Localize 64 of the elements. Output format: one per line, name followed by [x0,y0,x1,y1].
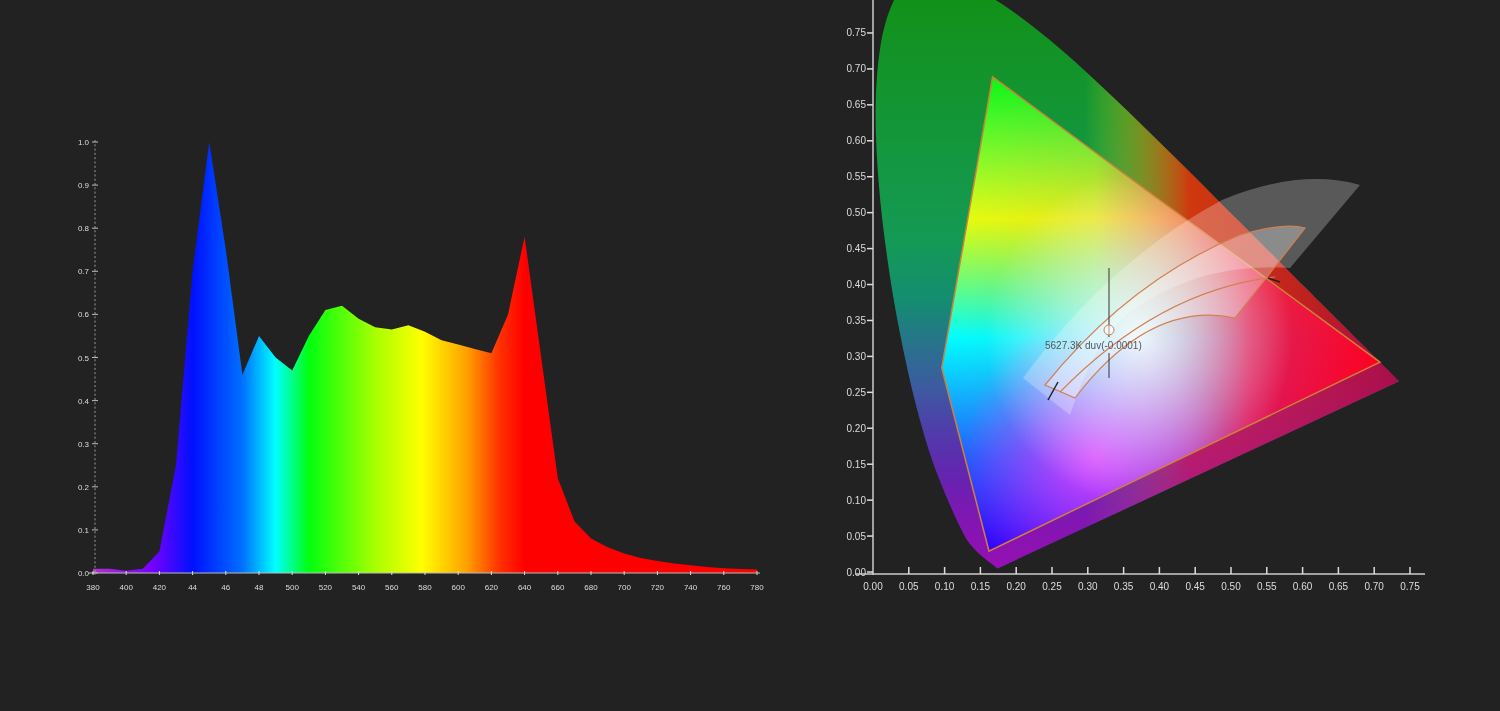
axis-tick-label: 0.9 [77,181,89,191]
axis-tick-label: 0.35 [1113,581,1134,592]
axis-tick-label: 0.30 [1078,581,1098,592]
axis-tick-label: 700 [617,583,631,592]
axis-tick-label: 0.25 [846,386,866,398]
axis-tick-label: 0.5 [77,353,89,363]
axis-tick-label: 720 [650,583,665,592]
axis-tick-label: 740 [683,583,698,592]
axis-tick-label: 0.8 [77,224,89,234]
axis-tick-label: 48 [254,583,264,592]
axis-tick-label: 0.05 [899,581,919,592]
axis-tick-label: 0.65 [846,99,866,111]
axis-tick-label: 44 [188,583,198,592]
axis-tick-label: 0.20 [1006,581,1026,592]
axis-tick-label: 0.00 [846,566,866,578]
axis-tick-label: 0.25 [1042,581,1062,592]
axis-tick-label: 0.45 [1185,581,1205,592]
axis-tick-label: 0.40 [846,279,866,290]
axis-tick-label: 620 [484,583,499,592]
axis-tick-label: 600 [451,583,465,592]
axis-tick-label: 0.60 [1292,581,1313,592]
axis-tick-label: 46 [221,583,231,592]
axis-tick-label: 0.00 [863,581,883,592]
axis-tick-label: 0.2 [77,482,89,492]
axis-tick-label: 0.15 [970,581,991,592]
axis-tick-label: 0.75 [846,27,866,39]
axis-tick-label: 560 [385,583,399,592]
axis-tick-label: 0.70 [846,63,866,75]
axis-tick-label: 0.05 [846,530,866,542]
axis-tick-label: 0.50 [1221,581,1241,592]
axis-tick-label: 380 [86,583,100,592]
axis-tick-label: 0.55 [846,171,866,183]
axis-tick-label: 0.4 [77,396,89,406]
axis-tick-label: 0.3 [77,439,89,449]
axis-tick-label: 0.0 [77,569,89,578]
axis-tick-label: 520 [318,583,333,592]
axis-tick-label: 780 [750,583,764,592]
axis-tick-label: 400 [119,583,133,592]
axis-tick-label: 540 [351,583,366,592]
axis-tick-label: 420 [152,583,167,592]
axis-tick-label: 0.45 [846,243,866,255]
axis-tick-label: 760 [717,583,731,592]
axis-tick-label: 0.6 [77,310,89,320]
axis-tick-label: 0.7 [77,267,89,277]
axis-tick-label: 0.10 [934,581,955,592]
axis-tick-label: 0.50 [846,207,866,219]
axis-tick-label: 0.65 [1328,581,1349,592]
axis-tick-label: 0.10 [846,494,866,506]
axis-tick-label: 580 [418,583,432,592]
axis-tick-label: 500 [285,583,299,592]
axis-tick-label: 0.35 [846,314,866,326]
axis-tick-label: 0.40 [1149,581,1170,592]
axis-tick-label: 1.0 [77,138,89,147]
axis-tick-label: 0.30 [846,350,866,362]
axis-tick-label: 0.1 [77,525,89,535]
axis-tick-label: 680 [584,583,598,592]
axis-tick-label: 640 [517,583,532,592]
axis-tick-label: 0.70 [1364,581,1384,592]
axis-tick-label: 0.15 [846,458,866,470]
axis-tick-label: 0.60 [846,135,866,147]
axis-tick-label: 0.75 [1400,581,1420,592]
axis-tick-label: 0.55 [1257,581,1277,592]
axis-tick-label: 660 [551,583,565,592]
axis-tick-label: 0.20 [846,422,866,434]
